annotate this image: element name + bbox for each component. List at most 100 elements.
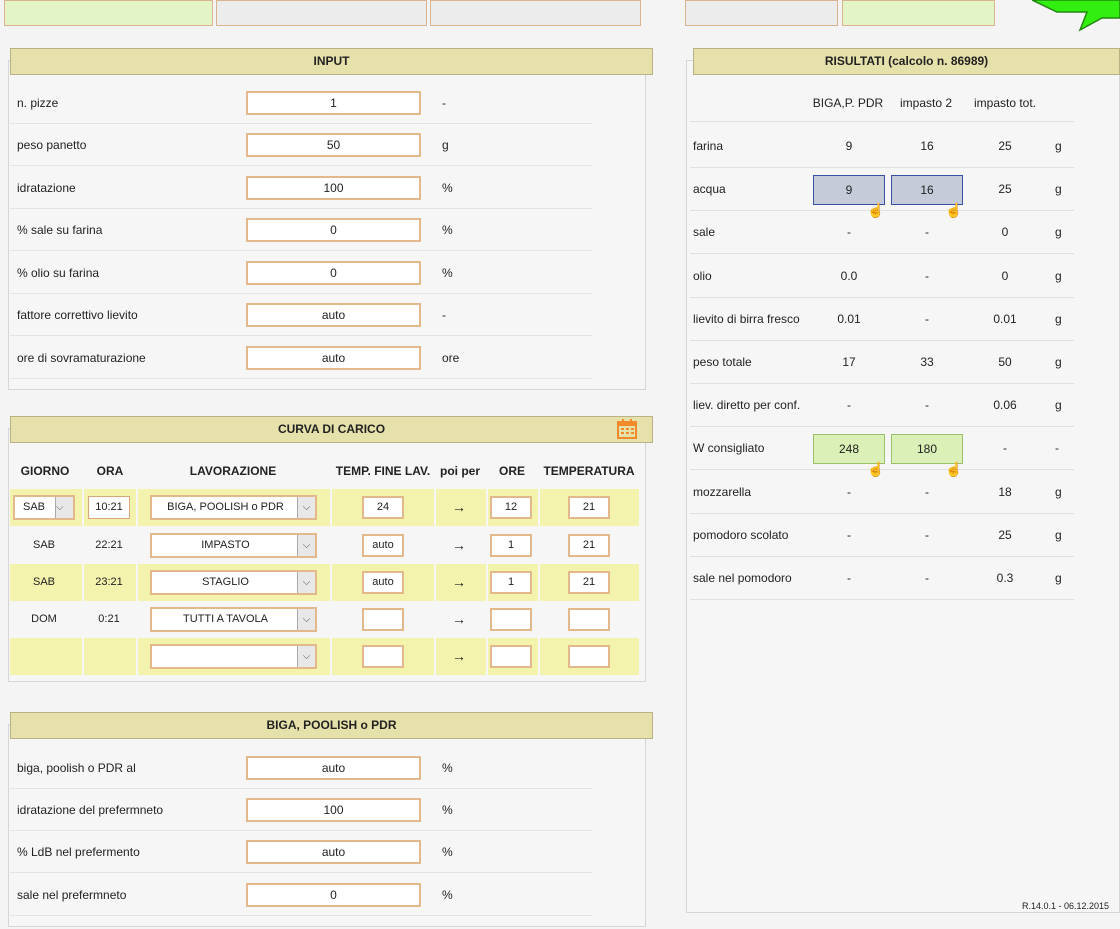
curva-title: CURVA DI CARICO <box>10 416 653 443</box>
biga-row: biga, poolish o PDR al auto% <box>10 747 592 789</box>
top-tab-3[interactable] <box>430 0 641 26</box>
ore-input[interactable]: 12 <box>490 496 532 519</box>
input-field[interactable]: 1 <box>246 91 421 115</box>
risultati-value: - <box>925 485 929 499</box>
cell-separator <box>136 638 138 675</box>
risultati-unit: g <box>1055 269 1062 283</box>
biga-title: BIGA, POOLISH o PDR <box>10 712 653 739</box>
ore-input[interactable]: 1 <box>490 571 532 594</box>
top-tab-5[interactable] <box>842 0 995 26</box>
biga-row: idratazione del prefermneto 100% <box>10 789 592 831</box>
risultati-unit: g <box>1055 398 1062 412</box>
input-row: % olio su farina 0% <box>10 252 592 294</box>
giorno-text: SAB <box>32 576 55 588</box>
col-temperatura: TEMPERATURA <box>543 464 635 478</box>
temp-fine-input[interactable]: auto <box>362 534 404 557</box>
risultati-header-row: BIGA,P. PDR impasto 2 impasto tot. <box>690 82 1074 122</box>
risultati-row: mozzarella - - 18 g <box>690 471 1074 514</box>
lavorazione-select[interactable]: BIGA, POOLISH o PDR ⌵ <box>150 495 317 520</box>
input-field[interactable]: 100 <box>246 176 421 200</box>
cell-separator <box>330 489 332 526</box>
lavorazione-select[interactable]: STAGLIO ⌵ <box>150 570 317 595</box>
input-field[interactable]: auto <box>246 346 421 370</box>
giorno-select[interactable]: SAB ⌵ <box>13 495 75 520</box>
risultati-row: farina 9 16 25 g <box>690 125 1074 168</box>
cell-separator <box>486 564 488 601</box>
ore-input[interactable] <box>490 608 532 631</box>
input-field[interactable]: 50 <box>246 133 421 157</box>
biga-field[interactable]: 0 <box>246 883 421 907</box>
input-field[interactable]: auto <box>246 303 421 327</box>
input-unit: ore <box>442 351 460 365</box>
input-unit: - <box>442 96 446 110</box>
chevron-down-icon: ⌵ <box>297 572 315 593</box>
lavorazione-select[interactable]: ⌵ <box>150 644 317 669</box>
temp-fine-input[interactable] <box>362 608 404 631</box>
giorno-value: SAB <box>23 501 46 513</box>
input-field[interactable]: 0 <box>246 261 421 285</box>
biga-unit: % <box>442 888 453 902</box>
curva-row: SAB 22:21 IMPASTO ⌵ auto → 1 21 <box>10 527 639 564</box>
cell-separator <box>434 489 436 526</box>
top-tab-2[interactable] <box>216 0 427 26</box>
temperatura-input[interactable]: 21 <box>568 534 610 557</box>
temperatura-input[interactable]: 21 <box>568 571 610 594</box>
ore-input[interactable]: 1 <box>490 534 532 557</box>
calendar-icon[interactable] <box>617 419 637 439</box>
risultati-total: 0.3 <box>996 571 1014 585</box>
biga-field[interactable]: auto <box>246 756 421 780</box>
temperatura-input[interactable] <box>568 608 610 631</box>
ora-input[interactable]: 10:21 <box>88 496 130 519</box>
risultati-value-box[interactable]: 248 <box>813 434 885 464</box>
temp-fine-input[interactable] <box>362 645 404 668</box>
risultati-row: liev. diretto per conf. - - 0.06 g <box>690 384 1074 427</box>
version-label: R.14.0.1 - 06.12.2015 <box>1022 901 1110 911</box>
input-label: fattore correttivo lievito <box>17 308 138 322</box>
cell-separator <box>330 564 332 601</box>
temperatura-input[interactable]: 21 <box>568 496 610 519</box>
top-tab-4[interactable] <box>685 0 838 26</box>
risultati-value-box[interactable]: 9 <box>813 175 885 205</box>
giorno-text: DOM <box>31 613 57 625</box>
chevron-down-icon: ⌵ <box>55 497 73 518</box>
risultati-label: pomodoro scolato <box>693 528 789 542</box>
ore-input[interactable] <box>490 645 532 668</box>
cell-separator <box>82 638 84 675</box>
lavorazione-select[interactable]: IMPASTO ⌵ <box>150 533 317 558</box>
risultati-total: 0.01 <box>993 312 1017 326</box>
risultati-label: acqua <box>693 182 726 196</box>
arrow-right-icon: → <box>452 499 466 515</box>
risultati-unit: g <box>1055 139 1062 153</box>
risultati-row: acqua 9 ☝ 16 ☝ 25 g <box>690 168 1074 218</box>
cell-separator <box>330 638 332 675</box>
next-arrow-icon[interactable] <box>1032 0 1120 32</box>
lavorazione-select[interactable]: TUTTI A TAVOLA ⌵ <box>150 607 317 632</box>
top-tab-1[interactable] <box>4 0 213 26</box>
chevron-down-icon: ⌵ <box>297 497 315 518</box>
input-title: INPUT <box>10 48 653 75</box>
input-row: fattore correttivo lievito auto - <box>10 294 592 336</box>
biga-field[interactable]: 100 <box>246 798 421 822</box>
temp-fine-input[interactable]: 24 <box>362 496 404 519</box>
risultati-total: 0 <box>1001 269 1009 283</box>
curva-row: SAB 23:21 STAGLIO ⌵ auto → 1 21 <box>10 564 639 601</box>
temperatura-input[interactable] <box>568 645 610 668</box>
risultati-value: - <box>847 571 851 585</box>
biga-field[interactable]: auto <box>246 840 421 864</box>
ora-text: 0:21 <box>98 613 120 625</box>
temp-fine-input[interactable]: auto <box>362 571 404 594</box>
input-row: ore di sovramaturazione auto ore <box>10 337 592 379</box>
input-row: idratazione 100% <box>10 167 592 209</box>
risultati-value-box[interactable]: 16 <box>891 175 963 205</box>
input-row: % sale su farina 0% <box>10 209 592 251</box>
risultati-value-box[interactable]: 180 <box>891 434 963 464</box>
giorno-text: SAB <box>32 539 55 551</box>
risultati-label: sale <box>693 225 716 239</box>
input-field[interactable]: 0 <box>246 218 421 242</box>
input-label: % olio su farina <box>17 266 100 280</box>
curva-row: DOM 0:21 TUTTI A TAVOLA ⌵ → <box>10 601 639 638</box>
ora-text: 23:21 <box>95 576 123 588</box>
cell-separator <box>486 489 488 526</box>
risultati-value: - <box>847 485 851 499</box>
risultati-total: 0.06 <box>993 398 1017 412</box>
